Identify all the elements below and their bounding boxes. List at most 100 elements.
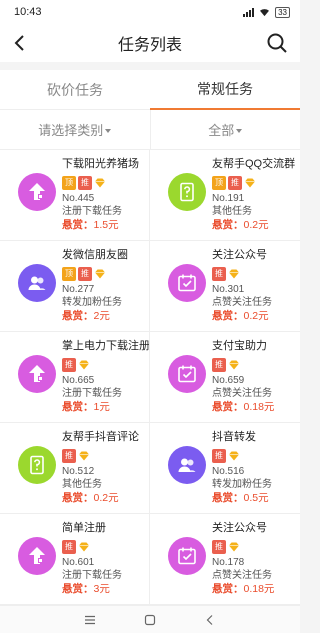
task-number: No.601 — [62, 557, 95, 568]
task-badges: 推 — [212, 539, 300, 554]
top-badge: 顶 — [62, 175, 76, 190]
task-number: No.301 — [212, 284, 245, 295]
task-reward: 悬赏：1.5元 — [62, 219, 119, 231]
task-badges: 推 — [62, 539, 149, 554]
recommend-badge: 推 — [228, 175, 242, 190]
task-card[interactable]: 友帮手抖音评论 推 No.512 其他任务 悬赏：0.2元 — [0, 423, 150, 514]
task-card[interactable]: 抖音转发 推 No.516 转发加粉任务 悬赏：0.5元 — [150, 423, 300, 514]
category-select[interactable]: 请选择类别 — [0, 110, 151, 149]
task-card[interactable]: 关注公众号 推 No.178 点赞关注任务 悬赏：0.18元 — [150, 514, 300, 605]
task-number: No.665 — [62, 375, 95, 386]
status-bar: 10:43 33 — [0, 0, 300, 24]
menu-icon[interactable] — [84, 614, 96, 626]
calendar-check-icon — [168, 355, 206, 393]
users-icon — [168, 446, 206, 484]
nav-bar: 任务列表 — [0, 24, 300, 62]
task-type: 其他任务 — [62, 479, 102, 490]
task-type: 转发加粉任务 — [212, 479, 272, 490]
task-name: 支付宝助力 — [212, 340, 267, 352]
task-type: 点赞关注任务 — [212, 570, 272, 581]
task-name: 抖音转发 — [212, 431, 256, 443]
signal-icon — [243, 7, 255, 17]
task-name: 掌上电力下载注册 — [62, 340, 149, 352]
task-reward: 悬赏：0.18元 — [212, 401, 275, 413]
diamond-icon — [245, 178, 255, 187]
task-type: 点赞关注任务 — [212, 297, 272, 308]
recommend-badge: 推 — [212, 539, 226, 554]
caret-down-icon — [236, 128, 243, 133]
users-icon — [18, 264, 56, 302]
upload-icon — [18, 173, 56, 211]
recommend-badge: 推 — [78, 266, 92, 281]
task-grid: 下载阳光养猪场 顶推 No.445 注册下载任务 悬赏：1.5元 友帮手QQ交流… — [0, 150, 300, 605]
system-nav-bar — [0, 605, 300, 633]
page-title: 任务列表 — [117, 37, 182, 54]
question-doc-icon — [168, 173, 206, 211]
task-reward: 悬赏：1元 — [62, 401, 110, 413]
task-badges: 顶推 — [62, 266, 149, 281]
task-reward: 悬赏：0.5元 — [212, 492, 269, 504]
scope-select[interactable]: 全部 — [151, 110, 301, 149]
home-icon[interactable] — [144, 614, 156, 626]
recommend-badge: 推 — [62, 539, 76, 554]
diamond-icon — [79, 360, 89, 369]
back-icon[interactable] — [10, 33, 30, 53]
task-reward: 悬赏：0.2元 — [62, 492, 119, 504]
task-name: 发微信朋友圈 — [62, 249, 128, 261]
tab-bargain-tasks[interactable]: 砍价任务 — [0, 70, 150, 110]
task-reward: 悬赏：3元 — [62, 583, 110, 595]
recommend-badge: 推 — [212, 357, 226, 372]
task-type: 注册下载任务 — [62, 206, 122, 217]
task-card[interactable]: 友帮手QQ交流群 顶推 No.191 其他任务 悬赏：0.2元 — [150, 150, 300, 241]
back-nav-icon[interactable] — [204, 614, 216, 626]
diamond-icon — [95, 178, 105, 187]
search-icon[interactable] — [266, 32, 288, 54]
diamond-icon — [229, 451, 239, 460]
diamond-icon — [79, 451, 89, 460]
task-card[interactable]: 掌上电力下载注册 推 No.665 注册下载任务 悬赏：1元 — [0, 332, 150, 423]
task-number: No.445 — [62, 193, 95, 204]
upload-icon — [18, 355, 56, 393]
top-badge: 顶 — [62, 266, 76, 281]
task-number: No.277 — [62, 284, 95, 295]
task-badges: 推 — [212, 357, 300, 372]
task-name: 简单注册 — [62, 522, 106, 534]
caret-down-icon — [105, 128, 112, 133]
task-name: 关注公众号 — [212, 522, 267, 534]
task-type: 其他任务 — [212, 206, 252, 217]
task-number: No.659 — [212, 375, 245, 386]
filter-bar: 请选择类别 全部 — [0, 110, 300, 150]
status-time: 10:43 — [14, 6, 42, 18]
task-type: 点赞关注任务 — [212, 388, 272, 399]
task-tabs: 砍价任务 常规任务 — [0, 70, 300, 110]
task-card[interactable]: 支付宝助力 推 No.659 点赞关注任务 悬赏：0.18元 — [150, 332, 300, 423]
task-badges: 推 — [212, 448, 300, 463]
recommend-badge: 推 — [78, 175, 92, 190]
task-name: 友帮手QQ交流群 — [212, 158, 296, 170]
wifi-icon — [260, 8, 270, 16]
diamond-icon — [229, 269, 239, 278]
tab-regular-tasks[interactable]: 常规任务 — [150, 70, 300, 110]
task-badges: 顶推 — [212, 175, 300, 190]
task-badges: 顶推 — [62, 175, 149, 190]
calendar-check-icon — [168, 537, 206, 575]
recommend-badge: 推 — [62, 448, 76, 463]
task-badges: 推 — [62, 448, 149, 463]
recommend-badge: 推 — [212, 448, 226, 463]
task-number: No.516 — [212, 466, 245, 477]
diamond-icon — [79, 542, 89, 551]
task-type: 注册下载任务 — [62, 570, 122, 581]
task-type: 转发加粉任务 — [62, 297, 122, 308]
task-number: No.178 — [212, 557, 245, 568]
task-type: 注册下载任务 — [62, 388, 122, 399]
task-number: No.512 — [62, 466, 95, 477]
task-card[interactable]: 下载阳光养猪场 顶推 No.445 注册下载任务 悬赏：1.5元 — [0, 150, 150, 241]
battery-icon: 33 — [275, 6, 290, 18]
top-badge: 顶 — [212, 175, 226, 190]
task-card[interactable]: 关注公众号 推 No.301 点赞关注任务 悬赏：0.2元 — [150, 241, 300, 332]
task-card[interactable]: 发微信朋友圈 顶推 No.277 转发加粉任务 悬赏：2元 — [0, 241, 150, 332]
task-card[interactable]: 简单注册 推 No.601 注册下载任务 悬赏：3元 — [0, 514, 150, 605]
upload-icon — [18, 537, 56, 575]
task-name: 友帮手抖音评论 — [62, 431, 139, 443]
task-reward: 悬赏：2元 — [62, 310, 110, 322]
